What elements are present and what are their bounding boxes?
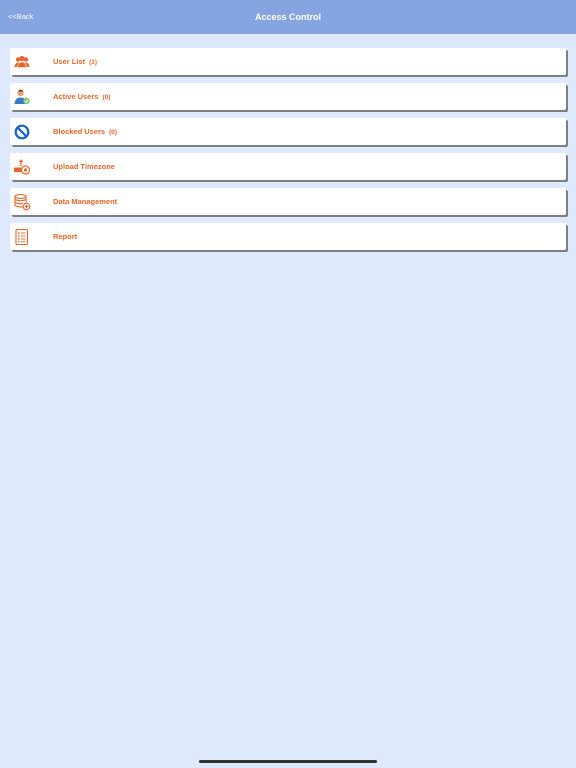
page-title: Access Control bbox=[254, 12, 322, 22]
label-text: Data Management bbox=[53, 197, 118, 206]
menu-item-label: Report bbox=[53, 232, 81, 243]
menu-item-label: User List (1) bbox=[53, 57, 97, 68]
label-text: Blocked Users bbox=[53, 127, 106, 136]
menu-list: User List (1) Active Users (0) Blocked Use… bbox=[10, 48, 566, 258]
navigation-bar: <<Back Access Control bbox=[0, 0, 576, 34]
active-user-icon bbox=[13, 88, 31, 106]
menu-item-label: Active Users (0) bbox=[53, 92, 110, 103]
menu-item-active-users[interactable]: Active Users (0) bbox=[10, 83, 566, 110]
menu-item-upload-timezone[interactable]: Upload Timezone bbox=[10, 153, 566, 180]
menu-item-user-list[interactable]: User List (1) bbox=[10, 48, 566, 75]
users-group-icon bbox=[13, 53, 31, 71]
count-badge: (1) bbox=[89, 59, 98, 66]
database-add-icon bbox=[13, 193, 31, 211]
menu-item-label: Upload Timezone bbox=[53, 162, 119, 173]
menu-item-report[interactable]: Report bbox=[10, 223, 566, 250]
label-text: Active Users bbox=[53, 92, 99, 101]
count-badge: (0) bbox=[102, 94, 111, 101]
menu-item-label: Blocked Users (0) bbox=[53, 127, 117, 138]
report-icon bbox=[13, 228, 31, 246]
menu-item-data-management[interactable]: Data Management bbox=[10, 188, 566, 215]
menu-item-blocked-users[interactable]: Blocked Users (0) bbox=[10, 118, 566, 145]
blocked-icon bbox=[13, 123, 31, 141]
upload-timezone-icon bbox=[13, 158, 31, 176]
home-indicator bbox=[199, 760, 377, 763]
label-text: Upload Timezone bbox=[53, 162, 115, 171]
menu-item-label: Data Management bbox=[53, 197, 121, 208]
label-text: User List bbox=[53, 57, 86, 66]
label-text: Report bbox=[53, 232, 78, 241]
count-badge: (0) bbox=[109, 129, 118, 136]
